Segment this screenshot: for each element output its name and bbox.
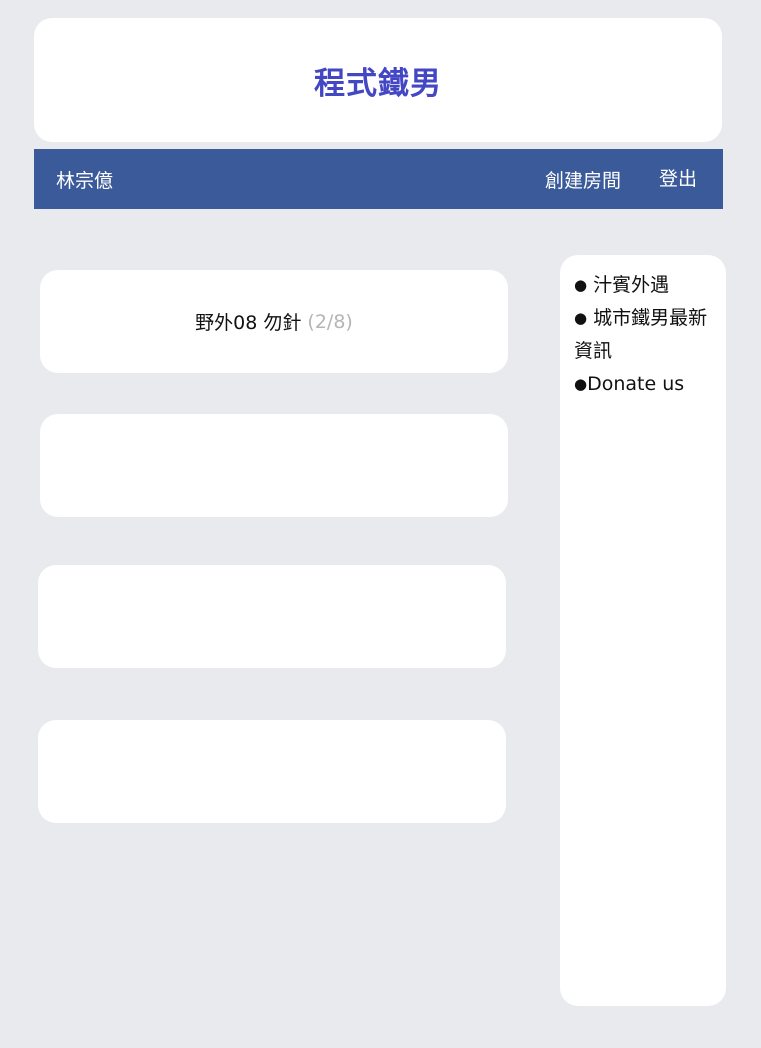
bullet-dot-icon: ● xyxy=(574,276,588,294)
room-card[interactable]: 野外08 勿針 (2/8) xyxy=(40,270,508,373)
top-navbar: 林宗億 創建房間 登出 xyxy=(34,149,723,209)
room-card[interactable] xyxy=(38,565,506,668)
room-player-count: (2/8) xyxy=(307,310,353,333)
sidebar-link-affair[interactable]: ● 汁賓外遇 xyxy=(574,269,712,302)
sidebar-link-donate[interactable]: ●Donate us xyxy=(574,368,712,401)
logout-link[interactable]: 登出 xyxy=(659,164,697,191)
bullet-dot-icon: ● xyxy=(574,375,588,393)
room-card[interactable] xyxy=(38,720,506,823)
sidebar-link-label: Donate us xyxy=(587,373,685,395)
sidebar-link-label: 汁賓外遇 xyxy=(587,274,670,296)
site-title: 程式鐵男 xyxy=(314,65,442,102)
room-card[interactable] xyxy=(40,414,508,517)
create-room-link[interactable]: 創建房間 xyxy=(545,166,621,193)
nav-user-name: 林宗億 xyxy=(56,170,114,192)
sidebar-panel: ● 汁賓外遇 ● 城市鐵男最新資訊 ●Donate us xyxy=(560,255,726,1006)
sidebar-link-news[interactable]: ● 城市鐵男最新資訊 xyxy=(574,302,712,368)
room-name: 野外08 勿針 xyxy=(195,312,302,334)
bullet-dot-icon: ● xyxy=(574,309,588,327)
sidebar-link-label: 城市鐵男最新資訊 xyxy=(574,307,708,362)
header-card: 程式鐵男 xyxy=(34,18,722,142)
